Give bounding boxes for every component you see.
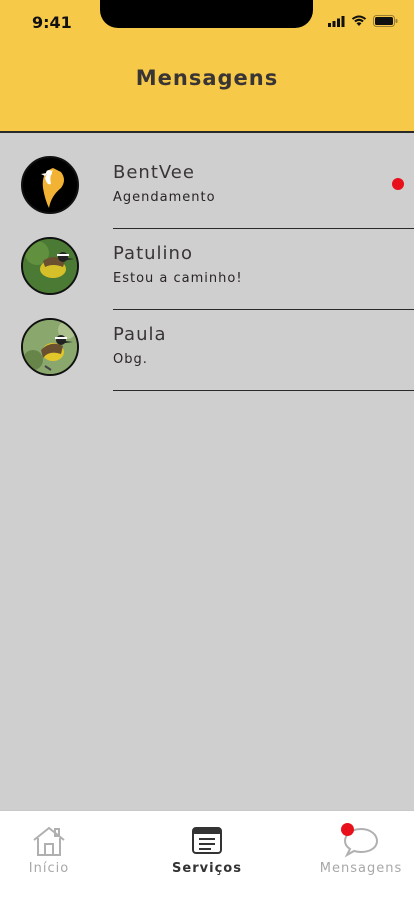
status-icons	[328, 15, 398, 27]
app-header: 9:41 Mensagens	[0, 0, 414, 133]
bird-photo-icon	[23, 320, 77, 374]
contact-name: Patulino	[113, 243, 193, 264]
tab-label: Serviços	[172, 861, 242, 876]
tab-inicio[interactable]: Início	[0, 811, 98, 897]
contact-name: Paula	[113, 324, 167, 345]
avatar	[21, 237, 79, 295]
row-divider	[113, 390, 414, 391]
battery-icon	[373, 15, 398, 27]
device-notch	[100, 0, 313, 28]
bentvee-logo-icon	[41, 168, 64, 208]
avatar	[21, 318, 79, 376]
services-icon	[192, 827, 222, 854]
conversation-row[interactable]: Paula Obg.	[0, 295, 414, 391]
wifi-icon	[351, 15, 367, 26]
tab-bar: Início Serviços Mensagens	[0, 810, 414, 897]
status-time: 9:41	[32, 13, 72, 32]
tab-servicos[interactable]: Serviços	[158, 811, 256, 897]
conversation-row[interactable]: BentVee Agendamento	[0, 133, 414, 229]
last-message: Obg.	[113, 352, 148, 367]
last-message: Agendamento	[113, 190, 216, 205]
home-icon	[33, 826, 65, 856]
signal-icon	[328, 15, 345, 27]
tab-label: Início	[28, 861, 70, 876]
notification-badge	[341, 823, 354, 836]
conversation-list: BentVee Agendamento Patulino Estou a cam…	[0, 133, 414, 391]
conversation-row[interactable]: Patulino Estou a caminho!	[0, 214, 414, 310]
unread-indicator	[392, 178, 404, 190]
contact-name: BentVee	[113, 162, 195, 183]
bird-photo-icon	[23, 239, 77, 293]
avatar	[21, 156, 79, 214]
tab-mensagens[interactable]: Mensagens	[311, 811, 411, 897]
tab-label: Mensagens	[319, 861, 403, 876]
page-title: Mensagens	[135, 66, 279, 90]
last-message: Estou a caminho!	[113, 271, 243, 286]
